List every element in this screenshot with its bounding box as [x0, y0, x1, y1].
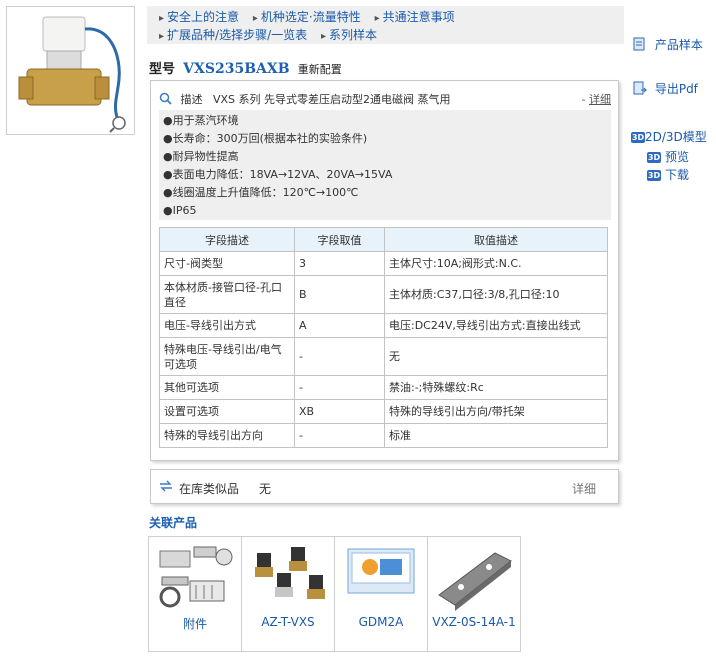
feature-item: ●表面电力降低：18VA→12VA、20VA→15VA	[163, 168, 393, 181]
cell-field: 本体材质-接管口径-孔口直径	[159, 275, 295, 314]
valve-set-image-icon	[255, 547, 325, 599]
export-pdf-icon	[633, 81, 648, 98]
accessory-image-icon	[159, 546, 233, 608]
no-picture-image-icon	[347, 548, 415, 594]
link-expanded-variants[interactable]: 扩展品种/选择步骤/一览表	[159, 28, 307, 42]
related-products: 附件 AZ-T-VXS GDM2A VXZ-0S-14A-1	[148, 536, 521, 652]
magnifier-icon	[159, 92, 173, 108]
3d-model-icon: 3D	[631, 132, 645, 143]
sidebar-download[interactable]: 3D 下载	[647, 166, 689, 183]
bracket-image-icon	[438, 552, 512, 611]
top-links: 安全上的注意 机种选定·流量特性 共通注意事项 扩展品种/选择步骤/一览表 系列…	[147, 6, 624, 44]
sidebar-2d3d-label: 2D/3D模型	[645, 130, 707, 144]
sidebar-catalog[interactable]: 产品样本	[633, 36, 703, 54]
related-title: 关联产品	[149, 516, 198, 530]
header-value-desc: 取值描述	[384, 227, 608, 252]
feature-item: ●IP65	[163, 204, 197, 217]
related-item-vxz-0s-14a-1[interactable]: VXZ-0S-14A-1	[427, 536, 521, 652]
3d-preview-icon: 3D	[647, 152, 661, 163]
cell-desc: 主体尺寸:10A;阀形式:N.C.	[384, 251, 608, 276]
header-field-value: 字段取值	[294, 227, 385, 252]
stock-similar-bar: 在库类似品 无 详细	[150, 469, 619, 504]
cell-field: 其他可选项	[159, 375, 295, 400]
stock-more-link[interactable]: 详细	[572, 480, 596, 497]
description-label: 描述	[180, 93, 203, 106]
model-label: 型号	[149, 62, 176, 77]
header-field-desc: 字段描述	[159, 227, 295, 252]
sidebar-catalog-label: 产品样本	[654, 38, 703, 52]
sidebar-preview[interactable]: 3D 预览	[647, 148, 689, 165]
sidebar-download-label: 下载	[665, 168, 690, 182]
reconfigure-link[interactable]: 重新配置	[298, 63, 342, 76]
model-code: VXS235BAXB	[183, 61, 290, 77]
table-header-row: 字段描述 字段取值 取值描述	[159, 227, 608, 252]
description-text: VXS 系列 先导式零差压启动型2通电磁阀 蒸气用	[213, 93, 451, 106]
sidebar-export-label: 导出Pdf	[654, 82, 698, 96]
table-row: 设置可选项 XB 特殊的导线引出方向/带托架	[159, 399, 608, 424]
related-item-az-t-vxs[interactable]: AZ-T-VXS	[241, 536, 335, 652]
link-common-precautions[interactable]: 共通注意事项	[375, 10, 455, 24]
related-caption: GDM2A	[358, 615, 404, 629]
table-row: 特殊的导线引出方向 - 标准	[159, 423, 608, 448]
table-row: 其他可选项 - 禁油:-;特殊螺纹:Rc	[159, 375, 608, 400]
cell-value: -	[294, 337, 385, 376]
parameter-table: 字段描述 字段取值 取值描述 尺寸-阀类型 3 主体尺寸:10A;阀形式:N.C…	[159, 227, 608, 448]
cell-value: XB	[294, 399, 385, 424]
cell-field: 设置可选项	[159, 399, 295, 424]
cell-desc: 标准	[384, 423, 608, 448]
3d-download-icon: 3D	[647, 170, 661, 181]
cell-field: 特殊的导线引出方向	[159, 423, 295, 448]
table-row: 电压-导线引出方式 A 电压:DC24V,导线引出方式:直接出线式	[159, 313, 608, 338]
cell-field: 电压-导线引出方式	[159, 313, 295, 338]
description-more-link[interactable]: - 详细	[582, 91, 611, 107]
stock-label: 在库类似品	[179, 482, 240, 496]
description-more-prefix: -	[581, 93, 586, 106]
feature-item: ●长寿命：300万回(根据本社的实验条件)	[163, 132, 368, 145]
table-row: 特殊电压-导线引出/电气可选项 - 无	[159, 337, 608, 376]
table-row: 尺寸-阀类型 3 主体尺寸:10A;阀形式:N.C.	[159, 251, 608, 276]
related-caption: 附件	[182, 617, 207, 631]
sidebar-export-pdf[interactable]: 导出Pdf	[633, 80, 698, 98]
cell-value: -	[294, 375, 385, 400]
cell-value: -	[294, 423, 385, 448]
cell-desc: 主体材质:C37,口径:3/8,孔口径:10	[384, 275, 608, 314]
cell-value: 3	[294, 251, 385, 276]
cell-desc: 特殊的导线引出方向/带托架	[384, 399, 608, 424]
link-safety[interactable]: 安全上的注意	[159, 10, 239, 24]
description-header: 描述 VXS 系列 先导式零差压启动型2通电磁阀 蒸气用 - 详细	[159, 91, 611, 107]
model-line: 型号 VXS235BAXB 重新配置	[149, 58, 342, 77]
feature-item: ●耐异物性提高	[163, 150, 239, 163]
feature-item: ●用于蒸汽环境	[163, 114, 239, 127]
product-thumbnail[interactable]	[6, 6, 135, 135]
link-series-catalog[interactable]: 系列样本	[321, 28, 377, 42]
related-caption: VXZ-0S-14A-1	[432, 615, 516, 629]
related-item-gdm2a[interactable]: GDM2A	[334, 536, 428, 652]
document-icon	[633, 37, 645, 54]
cell-desc: 电压:DC24V,导线引出方式:直接出线式	[384, 313, 608, 338]
related-caption: AZ-T-VXS	[261, 615, 315, 629]
cell-value: A	[294, 313, 385, 338]
cell-field: 特殊电压-导线引出/电气可选项	[159, 337, 295, 376]
feature-item: ●线圈温度上升值降低：120℃→100℃	[163, 186, 359, 199]
cell-value: B	[294, 275, 385, 314]
table-row: 本体材质-接管口径-孔口直径 B 主体材质:C37,口径:3/8,孔口径:10	[159, 275, 608, 314]
description-more-text: 详细	[589, 93, 611, 106]
cell-field: 尺寸-阀类型	[159, 251, 295, 276]
feature-list: ●用于蒸汽环境 ●长寿命：300万回(根据本社的实验条件) ●耐异物性提高 ●表…	[159, 110, 611, 220]
link-selection-flow[interactable]: 机种选定·流量特性	[253, 10, 361, 24]
sidebar-2d3d-model[interactable]: 3D2D/3D模型	[631, 128, 707, 145]
related-item-accessory[interactable]: 附件	[148, 536, 242, 652]
stock-value: 无	[259, 482, 272, 496]
cell-desc: 无	[384, 337, 608, 376]
cell-desc: 禁油:-;特殊螺纹:Rc	[384, 375, 608, 400]
sidebar-preview-label: 预览	[665, 150, 690, 164]
zoom-icon	[112, 116, 126, 130]
description-panel: 描述 VXS 系列 先导式零差压启动型2通电磁阀 蒸气用 - 详细 ●用于蒸汽环…	[150, 80, 619, 461]
swap-arrows-icon	[159, 480, 173, 495]
